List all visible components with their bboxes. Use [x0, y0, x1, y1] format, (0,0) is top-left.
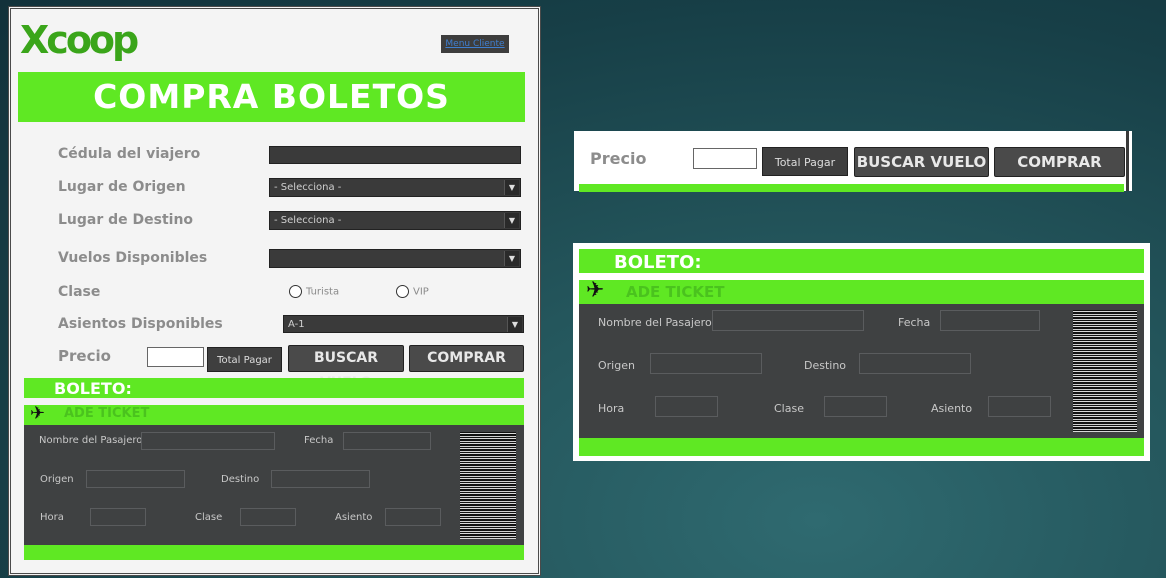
precio-input[interactable]	[147, 347, 204, 367]
airplane-icon: ✈	[30, 403, 46, 424]
clase-ticket-field-zoom[interactable]	[824, 396, 887, 417]
fecha-field-zoom[interactable]	[940, 310, 1040, 331]
nombre-pasajero-label-zoom: Nombre del Pasajero	[598, 316, 712, 329]
nombre-pasajero-field[interactable]	[141, 432, 275, 450]
airplane-icon: ✈	[586, 278, 605, 303]
page-title: COMPRA BOLETOS	[18, 72, 525, 122]
clase-ticket-label: Clase	[195, 512, 223, 523]
menu-cliente-link[interactable]: Menu Cliente	[441, 35, 509, 53]
boleto-title-zoom: BOLETO:	[614, 252, 702, 273]
origen-ticket-field[interactable]	[86, 470, 185, 488]
destino-ticket-label: Destino	[221, 474, 260, 485]
ticket-footer	[24, 545, 524, 560]
comprar-button-zoom[interactable]: COMPRAR	[994, 147, 1125, 177]
ticket-header-text: ADE TICKET	[64, 406, 150, 421]
clase-label: Clase	[58, 284, 101, 300]
asientos-select[interactable]: A-1 ▼	[283, 315, 524, 333]
fecha-label-zoom: Fecha	[898, 316, 931, 329]
app-logo: Xcoop	[20, 18, 139, 62]
asiento-field-zoom[interactable]	[988, 396, 1051, 417]
barcode-image-zoom	[1073, 310, 1137, 432]
destino-label: Lugar de Destino	[58, 212, 194, 228]
hora-field-zoom[interactable]	[655, 396, 718, 417]
destino-ticket-field[interactable]	[271, 470, 370, 488]
asiento-label: Asiento	[335, 512, 373, 523]
total-pagar-button[interactable]: Total Pagar	[207, 347, 282, 372]
fecha-label: Fecha	[304, 435, 334, 446]
nombre-pasajero-field-zoom[interactable]	[712, 310, 864, 331]
origen-ticket-label: Origen	[40, 474, 74, 485]
origen-ticket-label-zoom: Origen	[598, 359, 635, 372]
boleto-title: BOLETO:	[54, 379, 132, 398]
chevron-down-icon[interactable]: ▼	[504, 180, 519, 195]
origen-select[interactable]: - Selecciona - ▼	[269, 178, 521, 197]
comprar-button[interactable]: COMPRAR	[409, 345, 524, 372]
asientos-select-value: A-1	[288, 319, 305, 330]
zoom-panel-edge	[1126, 131, 1129, 191]
precio-label-zoom: Precio	[590, 149, 647, 168]
radio-turista[interactable]: Turista	[289, 285, 339, 298]
vuelos-select[interactable]: ▼	[269, 249, 521, 268]
clase-ticket-label-zoom: Clase	[774, 402, 804, 415]
hora-field[interactable]	[90, 508, 146, 526]
precio-label: Precio	[58, 347, 111, 365]
clase-ticket-field[interactable]	[240, 508, 296, 526]
buscar-vuelo-button[interactable]: BUSCAR VUELO	[288, 345, 404, 391]
chevron-down-icon[interactable]: ▼	[504, 213, 519, 228]
radio-circle-icon[interactable]	[396, 285, 409, 298]
radio-vip[interactable]: VIP	[396, 285, 429, 298]
radio-turista-label: Turista	[306, 286, 340, 298]
fecha-field[interactable]	[343, 432, 431, 450]
asiento-field[interactable]	[385, 508, 441, 526]
hora-label-zoom: Hora	[598, 402, 625, 415]
total-pagar-button-zoom[interactable]: Total Pagar	[762, 147, 848, 176]
precio-input-zoom[interactable]	[693, 148, 757, 169]
cedula-input[interactable]	[269, 146, 521, 164]
origen-ticket-field-zoom[interactable]	[650, 353, 762, 374]
buscar-vuelo-button-zoom[interactable]: BUSCAR VUELO	[854, 147, 989, 177]
asientos-label: Asientos Disponibles	[58, 316, 223, 332]
asiento-label-zoom: Asiento	[931, 402, 973, 415]
radio-vip-label: VIP	[413, 286, 429, 298]
vuelos-label: Vuelos Disponibles	[58, 250, 208, 266]
destino-select-value: - Selecciona -	[274, 215, 342, 226]
radio-circle-icon[interactable]	[289, 285, 302, 298]
nombre-pasajero-label: Nombre del Pasajero	[39, 435, 143, 446]
hora-label: Hora	[40, 512, 64, 523]
destino-ticket-label-zoom: Destino	[804, 359, 847, 372]
origen-label: Lugar de Origen	[58, 179, 186, 195]
chevron-down-icon[interactable]: ▼	[504, 251, 519, 266]
chevron-down-icon[interactable]: ▼	[507, 317, 522, 332]
ticket-footer-zoom	[579, 438, 1144, 456]
cedula-label: Cédula del viajero	[58, 146, 201, 162]
destino-ticket-field-zoom[interactable]	[859, 353, 971, 374]
origen-select-value: - Selecciona -	[274, 182, 342, 193]
destino-select[interactable]: - Selecciona - ▼	[269, 211, 521, 230]
ticket-header-text-zoom: ADE TICKET	[626, 283, 725, 301]
boleto-bar-partial	[579, 184, 1124, 192]
barcode-image	[460, 432, 516, 539]
